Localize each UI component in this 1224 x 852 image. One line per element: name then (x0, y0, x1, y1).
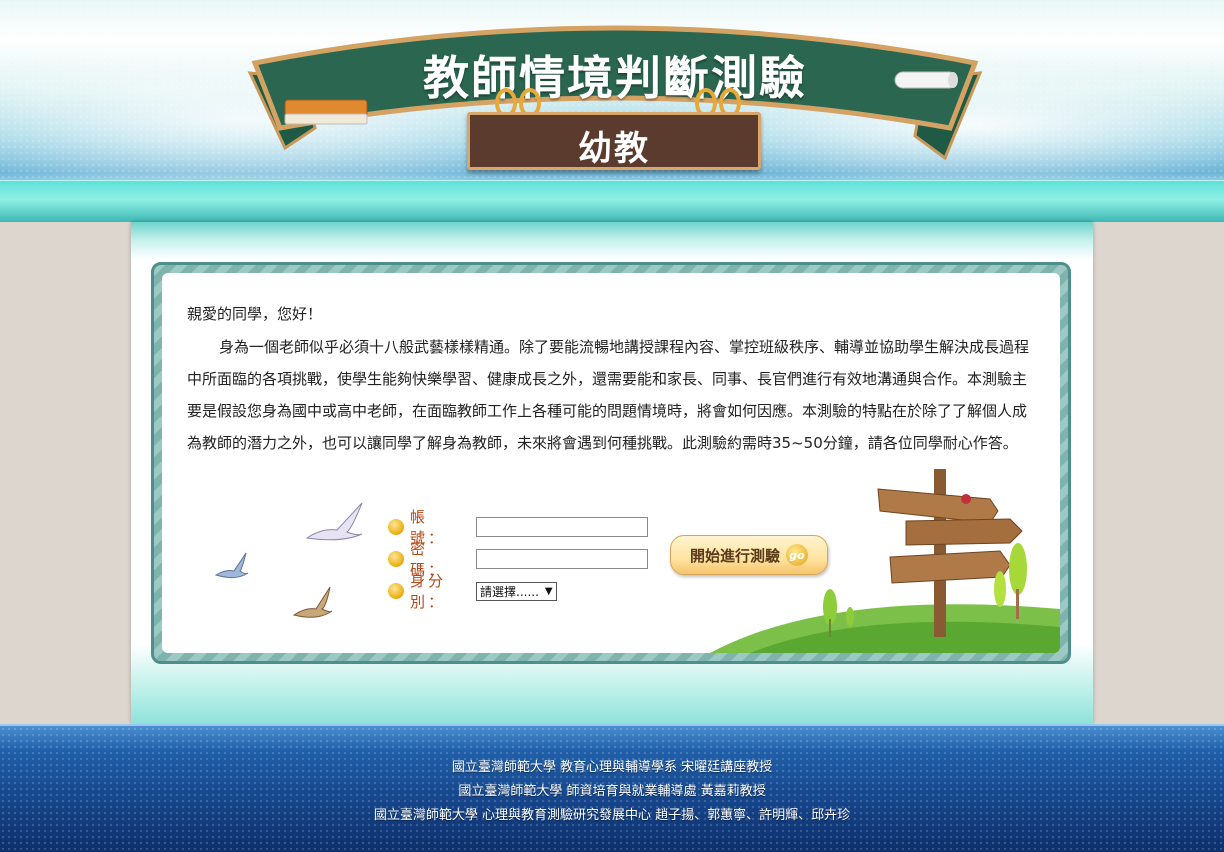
content-panel: 親愛的同學，您好！ 身為一個老師似乎必須十八般武藝樣樣精通。除了要能流暢地講授課… (162, 273, 1060, 653)
footer: 國立臺灣師範大學 教育心理與輔導學系 宋曜廷講座教授 國立臺灣師範大學 師資培育… (0, 724, 1224, 852)
identity-label: 身分別： (410, 572, 447, 611)
page-title: 教師情境判斷測驗 (423, 51, 807, 105)
account-row: 帳 號： (388, 508, 648, 547)
page-subtitle: 幼教 (578, 129, 650, 169)
identity-select-value: 請選擇...... (480, 584, 539, 599)
bullet-icon (388, 519, 404, 535)
subtitle-board: 幼教 (467, 112, 761, 170)
greeting-text: 親愛的同學，您好！ (187, 305, 323, 323)
account-input[interactable] (476, 517, 648, 537)
dropdown-arrow-icon: ▼ (544, 585, 553, 597)
identity-row: 身分別： 請選擇...... ▼ (388, 572, 557, 611)
card-top-strip (131, 222, 1093, 260)
footer-credit-line: 國立臺灣師範大學 心理與教育測驗研究發展中心 趙子揚、郭蕙寧、許明輝、邱卉珍 (373, 808, 851, 823)
password-input[interactable] (476, 549, 648, 569)
bullet-icon (388, 551, 404, 567)
chalk-icon (894, 71, 958, 89)
bird-icon (292, 586, 333, 618)
signpost-icon (710, 469, 1060, 653)
chalk-eraser-icon (284, 99, 368, 125)
identity-select[interactable]: 請選擇...... ▼ (476, 581, 557, 601)
header-band (0, 180, 1224, 222)
bird-icon (305, 502, 363, 541)
intro-paragraph: 身為一個老師似乎必須十八般武藝樣樣精通。除了要能流暢地講授課程內容、掌控班級秩序… (187, 338, 1030, 452)
footer-credit-line: 國立臺灣師範大學 教育心理與輔導學系 宋曜廷講座教授 (451, 760, 773, 775)
footer-credit-line: 國立臺灣師範大學 師資培育與就業輔導處 黃嘉莉教授 (458, 784, 766, 799)
bird-icon (214, 552, 249, 579)
title-banner: 教師情境判斷測驗 幼教 (245, 18, 985, 170)
bullet-icon (388, 583, 404, 599)
main-card: 親愛的同學，您好！ 身為一個老師似乎必須十八般武藝樣樣精通。除了要能流暢地講授課… (131, 222, 1093, 724)
password-row: 密 碼： (388, 540, 648, 579)
content-frame: 親愛的同學，您好！ 身為一個老師似乎必須十八般武藝樣樣精通。除了要能流暢地講授課… (151, 262, 1071, 664)
